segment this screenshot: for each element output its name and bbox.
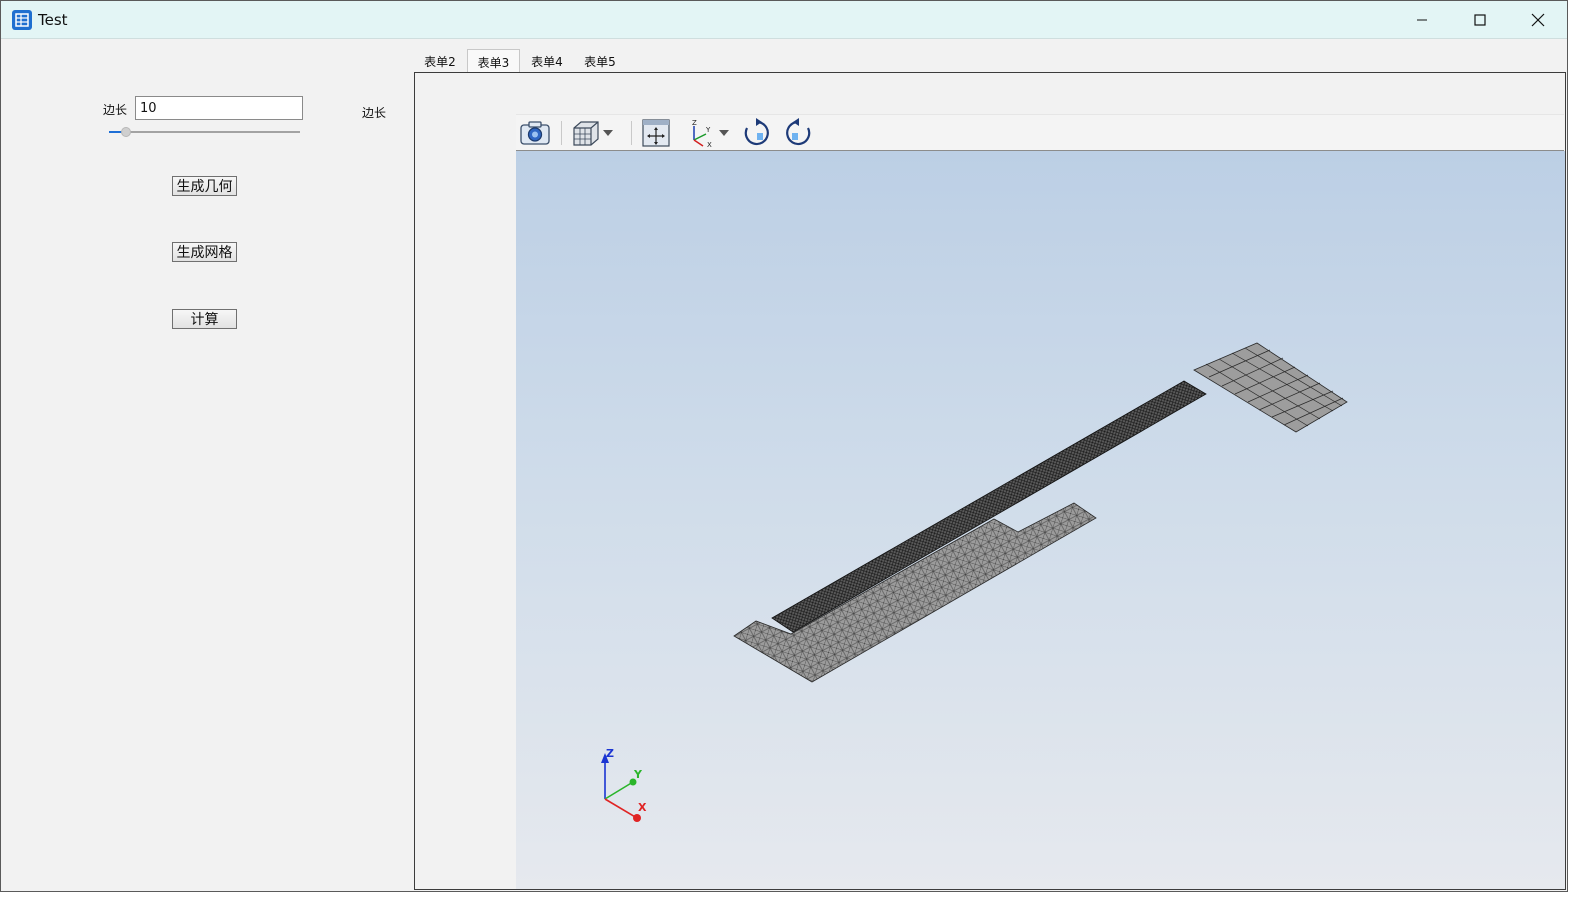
svg-text:X: X	[707, 141, 712, 148]
tab-form5[interactable]: 表单5	[574, 49, 626, 73]
generate-geometry-button[interactable]: 生成几何	[172, 176, 237, 196]
edge-length-label: 边长	[103, 103, 128, 117]
tab-form4[interactable]: 表单4	[521, 49, 573, 73]
minimize-icon	[1417, 19, 1427, 21]
view-cube-dropdown[interactable]	[600, 117, 616, 149]
minimize-button[interactable]	[1393, 1, 1451, 39]
axis-z-label: Z	[606, 747, 614, 760]
chevron-down-icon	[603, 130, 613, 136]
rotate-ccw-icon	[786, 118, 811, 146]
edge-length-slider[interactable]	[109, 131, 300, 133]
slider-thumb[interactable]	[121, 127, 131, 137]
toolbar-separator	[561, 121, 562, 145]
app-window: Test 边长 边长 生成几何 生成网格 计算 表单2 表单3 表单4 表单5	[0, 0, 1568, 892]
mesh-scene: Z Y X	[601, 342, 1348, 822]
camera-icon	[520, 121, 550, 145]
maximize-icon	[1474, 14, 1486, 26]
view-cube-button[interactable]	[570, 117, 602, 149]
rotate-ccw-button[interactable]	[782, 117, 814, 149]
3d-viewport[interactable]: Z Y X	[516, 151, 1565, 889]
rotate-cw-button[interactable]	[741, 117, 773, 149]
app-icon	[12, 10, 32, 30]
fit-all-button[interactable]	[640, 117, 672, 149]
axes-triad	[601, 753, 641, 822]
generate-mesh-button[interactable]: 生成网格	[172, 242, 237, 262]
rotate-cw-icon	[744, 118, 769, 146]
tab-form3[interactable]: 表单3	[467, 49, 520, 74]
close-icon	[1531, 13, 1545, 27]
window-title: Test	[38, 11, 68, 29]
close-button[interactable]	[1509, 1, 1567, 39]
chevron-down-icon	[719, 130, 729, 136]
dense-mesh-strip	[771, 380, 1207, 633]
axes-triad-icon: Z Y X	[692, 119, 712, 148]
axes-view-dropdown[interactable]	[716, 117, 732, 149]
triangle-mesh-plate	[733, 502, 1097, 683]
screenshot-button[interactable]	[519, 117, 551, 149]
svg-text:Z: Z	[692, 119, 697, 127]
svg-text:Y: Y	[705, 126, 711, 134]
client-area: 边长 边长 生成几何 生成网格 计算 表单2 表单3 表单4 表单5	[2, 39, 1567, 891]
toolbar-separator	[631, 121, 632, 145]
maximize-button[interactable]	[1451, 1, 1509, 39]
axes-view-button[interactable]: Z Y X	[686, 117, 718, 149]
edge-length-input[interactable]	[135, 96, 303, 120]
quad-mesh-plate	[1193, 342, 1348, 433]
tab-panel-form3: Z Y X Z Y X	[414, 72, 1566, 890]
title-bar[interactable]: Test	[1, 1, 1567, 39]
axis-x-label: X	[638, 801, 647, 814]
edge-length-value-label: 边长	[362, 106, 387, 120]
viewer-toolbar: Z Y X	[516, 114, 1564, 151]
axis-y-label: Y	[633, 768, 643, 781]
fit-all-icon	[642, 119, 670, 147]
tab-form2[interactable]: 表单2	[414, 49, 466, 73]
compute-button[interactable]: 计算	[172, 309, 237, 329]
view-cube-icon	[573, 121, 599, 146]
